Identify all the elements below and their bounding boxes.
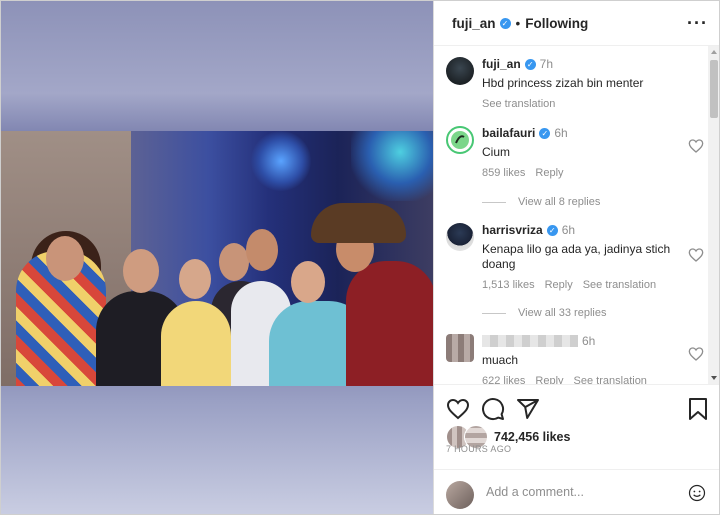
more-options-icon[interactable]: ···: [687, 13, 708, 34]
see-translation-link[interactable]: See translation: [583, 279, 656, 291]
following-button[interactable]: Following: [525, 16, 588, 31]
person: [161, 301, 231, 386]
scrollbar-thumb[interactable]: [710, 60, 718, 118]
comment-bubble-icon[interactable]: [481, 397, 505, 421]
comment-likes[interactable]: 1,513 likes: [482, 279, 535, 291]
caption-time: 7h: [539, 57, 554, 71]
comment-time: 6h: [554, 126, 568, 140]
post-side-panel: fuji_an ✓ • Following ··· fuji_an ✓ 7h Hbd…: [433, 1, 719, 514]
post-media[interactable]: [1, 1, 433, 514]
separator: •: [515, 15, 521, 31]
reply-button[interactable]: Reply: [535, 375, 563, 384]
logo-icon: [451, 131, 469, 149]
comment-text: muach: [482, 353, 519, 367]
comment-likes[interactable]: 859 likes: [482, 167, 525, 179]
comment-likes[interactable]: 622 likes: [482, 375, 525, 384]
likes-count[interactable]: 742,456 likes: [494, 430, 570, 444]
verified-icon: ✓: [546, 225, 558, 236]
commenter-avatar[interactable]: [446, 223, 474, 251]
share-send-icon[interactable]: [516, 397, 540, 421]
scroll-up-arrow-icon[interactable]: [711, 50, 717, 54]
comment-time: 6h: [561, 223, 576, 237]
person: [346, 261, 433, 386]
view-replies-link[interactable]: View all 8 replies: [482, 196, 600, 208]
comment-text: Cium: [482, 145, 511, 159]
comment-username[interactable]: bailafauri: [482, 126, 535, 140]
comment: harrisvriza ✓ 6h Kenapa lilo ga ada ya, ja…: [446, 223, 704, 303]
comment-time: 6h: [582, 334, 596, 348]
scroll-down-arrow-icon[interactable]: [711, 376, 717, 380]
caption-username[interactable]: fuji_an: [482, 57, 521, 71]
comment: bailafauri ✓ 6h Cium 859 likes Reply: [446, 126, 704, 186]
pirate-hat: [311, 203, 406, 243]
like-comment-icon[interactable]: [688, 138, 704, 154]
author-username[interactable]: fuji_an: [452, 16, 496, 31]
verified-icon: ✓: [539, 128, 551, 139]
comments-scrollbar[interactable]: [708, 46, 719, 384]
see-translation-link[interactable]: See translation: [574, 375, 647, 384]
save-bookmark-icon[interactable]: [687, 397, 709, 421]
current-user-avatar: [446, 481, 474, 509]
commenter-avatar[interactable]: [446, 334, 474, 362]
reply-button[interactable]: Reply: [535, 167, 563, 179]
author-avatar[interactable]: [446, 57, 474, 85]
like-comment-icon[interactable]: [688, 247, 704, 263]
comment-composer: [434, 469, 719, 514]
post-photo: [1, 131, 433, 386]
view-replies-link[interactable]: View all 33 replies: [482, 307, 606, 319]
caption: fuji_an ✓ 7h Hbd princess zizah bin menter…: [446, 57, 704, 117]
add-comment-input[interactable]: [484, 484, 678, 500]
post-timestamp[interactable]: 7 HOURS AGO: [446, 444, 511, 454]
verified-icon: ✓: [524, 59, 536, 70]
commenter-avatar[interactable]: [446, 126, 474, 154]
see-translation-link[interactable]: See translation: [482, 98, 555, 110]
comments-list[interactable]: fuji_an ✓ 7h Hbd princess zizah bin menter…: [434, 46, 708, 384]
comment-username[interactable]: harrisvriza: [482, 223, 543, 237]
comment-text: Kenapa lilo ga ada ya, jadinya stich doa…: [482, 242, 671, 271]
like-comment-icon[interactable]: [688, 346, 704, 362]
reply-button[interactable]: Reply: [545, 279, 573, 291]
caption-text: Hbd princess zizah bin menter: [482, 76, 644, 90]
emoji-smiley-icon[interactable]: [688, 484, 706, 502]
verified-icon: ✓: [499, 17, 511, 29]
like-heart-icon[interactable]: [446, 397, 470, 421]
instagram-post-modal: fuji_an ✓ • Following ··· fuji_an ✓ 7h Hbd…: [0, 0, 720, 515]
blurred-username[interactable]: [482, 335, 578, 347]
comment: 6h muach 622 likes Reply See translation: [446, 334, 704, 384]
post-header: fuji_an ✓ • Following ···: [434, 1, 719, 46]
